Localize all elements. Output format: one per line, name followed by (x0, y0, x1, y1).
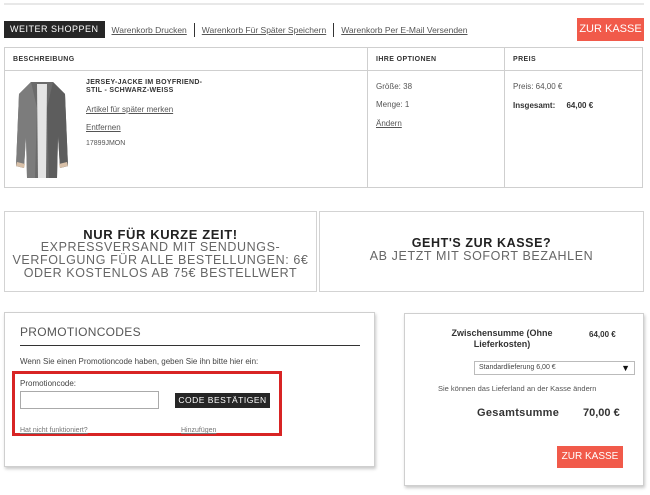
shipping-method-value: Standardlieferung 6,00 € (479, 364, 556, 371)
sofort-payment-banner[interactable]: GEHT'S ZUR KASSE? AB JETZT MIT SOFORT BE… (319, 211, 644, 292)
checkout-button-top[interactable]: ZUR KASSE (577, 18, 644, 41)
product-name[interactable]: JERSEY-JACKE IM BOYFRIEND- STIL - SCHWAR… (86, 79, 221, 95)
product-image[interactable] (15, 78, 69, 182)
promotion-code-panel: PROMOTIONCODES Wenn Sie einen Promotionc… (4, 312, 375, 467)
promo-code-input[interactable] (20, 391, 159, 409)
save-cart-later-link[interactable]: Warenkorb Für Später Speichern (195, 25, 333, 35)
dropdown-caret-icon: ▼ (621, 363, 630, 373)
continue-shopping-button[interactable]: WEITER SHOPPEN (4, 21, 105, 38)
banner-line: ODER KOSTENLOS AB 75€ BESTELLWERT (23, 266, 298, 280)
cart-toolbar: WEITER SHOPPEN Warenkorb Drucken Warenko… (4, 21, 475, 38)
item-total-label: Insgesamt: (513, 101, 556, 110)
order-summary: Zwischensumme (Ohne Lieferkosten) 64,00 … (404, 313, 644, 486)
item-unit-price: Preis: 64,00 € (513, 82, 563, 91)
print-cart-link[interactable]: Warenkorb Drucken (105, 25, 194, 35)
header-description: BESCHREIBUNG (5, 48, 368, 70)
item-size: Größe: 38 (376, 82, 413, 91)
product-name-line1: JERSEY-JACKE IM BOYFRIEND- (86, 79, 203, 86)
cart-table: BESCHREIBUNG IHRE OPTIONEN PREIS JERSEY-… (4, 47, 643, 188)
subtotal-label-line1: Zwischensumme (Ohne (451, 328, 553, 338)
promo-hint: Wenn Sie einen Promotioncode haben, gebe… (20, 357, 259, 366)
item-description-cell: JERSEY-JACKE IM BOYFRIEND- STIL - SCHWAR… (5, 71, 368, 187)
cart-item-row: JERSEY-JACKE IM BOYFRIEND- STIL - SCHWAR… (5, 71, 642, 187)
promo-code-label: Promotioncode: (20, 379, 77, 388)
item-options-cell: Größe: 38 Menge: 1 Ändern (368, 71, 505, 187)
header-options: IHRE OPTIONEN (368, 48, 505, 70)
change-options-link[interactable]: Ändern (376, 119, 402, 128)
banner-line: AB JETZT MIT SOFORT BEZAHLEN (369, 249, 594, 263)
item-quantity: Menge: 1 (376, 100, 410, 109)
save-for-later-link[interactable]: Artikel für später merken (86, 105, 173, 114)
express-shipping-banner[interactable]: NUR FÜR KURZE ZEIT! EXPRESSVERSAND MIT S… (4, 211, 317, 292)
item-price-cell: Preis: 64,00 € Insgesamt: 64,00 € (505, 71, 642, 187)
product-sku: 17899JMON (86, 140, 126, 147)
shipping-method-select[interactable]: Standardlieferung 6,00 € ▼ (474, 361, 635, 375)
code-not-working-link[interactable]: Hat nicht funktioniert? (20, 427, 88, 434)
confirm-code-button[interactable]: CODE BESTÄTIGEN (175, 393, 270, 408)
item-total: Insgesamt: 64,00 € (513, 101, 593, 110)
subtotal-label: Zwischensumme (Ohne Lieferkosten) (447, 328, 557, 350)
item-total-value: 64,00 € (566, 101, 594, 110)
checkout-button-bottom[interactable]: ZUR KASSE (557, 446, 623, 468)
promo-divider (20, 345, 360, 346)
header-price: PREIS (513, 56, 537, 63)
cart-table-header: BESCHREIBUNG IHRE OPTIONEN PREIS (5, 48, 642, 71)
grand-total-label: Gesamtsumme (477, 407, 560, 419)
shipping-country-note: Sie können das Lieferland an der Kasse ä… (438, 384, 597, 393)
subtotal-label-line2: Lieferkosten) (473, 339, 531, 349)
product-name-line2: STIL - SCHWARZ-WEISS (86, 87, 174, 94)
grand-total-value: 70,00 € (583, 407, 620, 419)
top-divider (4, 3, 644, 5)
subtotal-value: 64,00 € (589, 330, 616, 339)
email-cart-link[interactable]: Warenkorb Per E-Mail Versenden (334, 25, 474, 35)
promo-title: PROMOTIONCODES (20, 325, 141, 339)
remove-item-link[interactable]: Entfernen (86, 123, 121, 132)
add-code-link[interactable]: Hinzufügen (181, 427, 216, 434)
